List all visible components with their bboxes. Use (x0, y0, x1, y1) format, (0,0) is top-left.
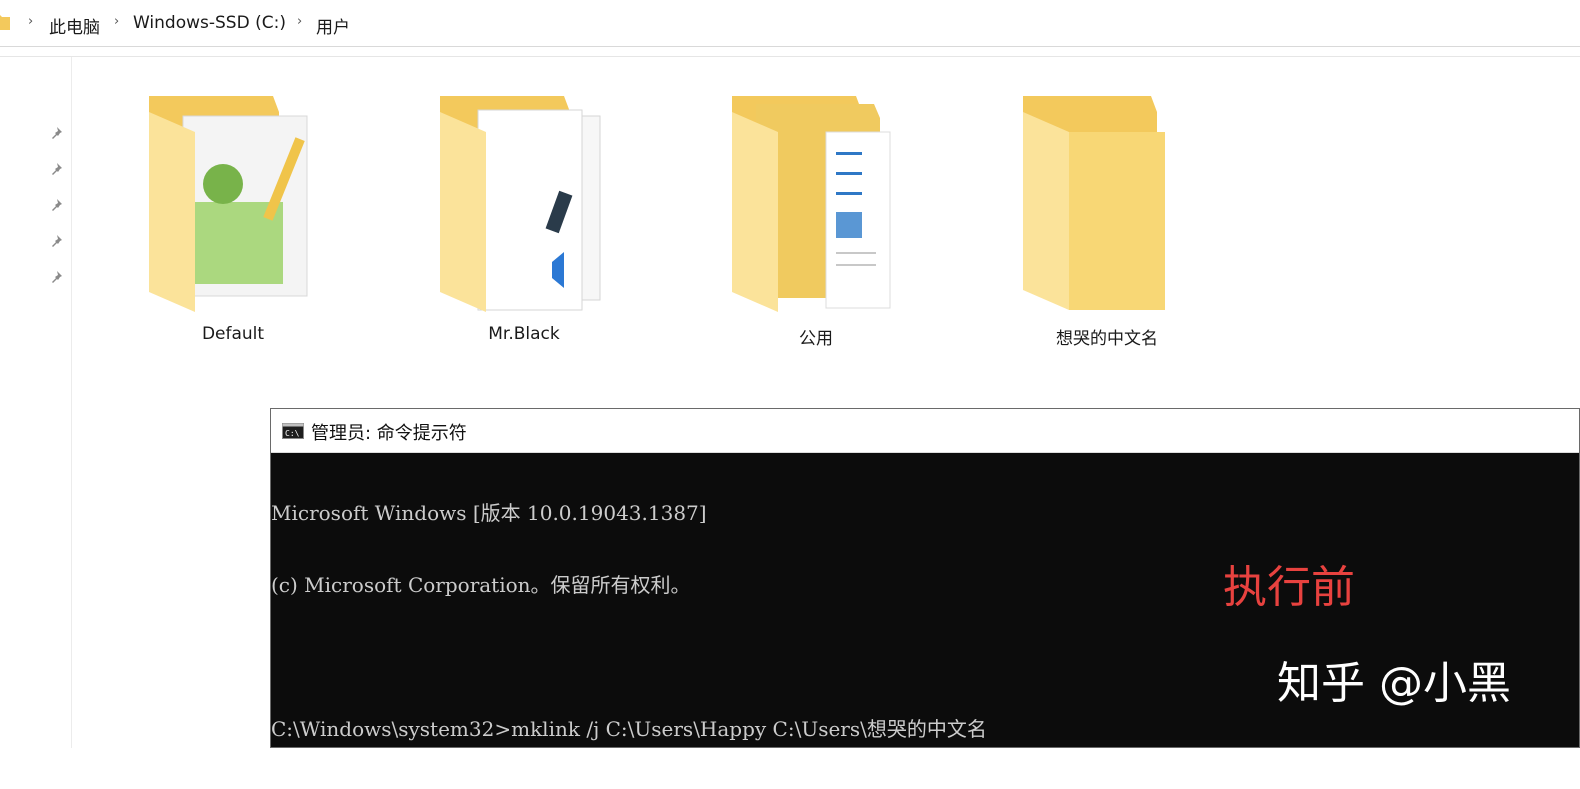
pin-icon[interactable] (48, 125, 64, 141)
folder-item-chinese-name[interactable]: 想哭的中文名 (1017, 92, 1197, 352)
chevron-right-icon[interactable]: › (28, 14, 33, 29)
folder-with-notepad-icon (149, 96, 308, 312)
empty-folder-icon (1023, 96, 1165, 310)
console-output[interactable]: Microsoft Windows [版本 10.0.19043.1387] (… (271, 453, 1579, 789)
console-line: C:\Windows\system32>mklink /j C:\Users\H… (271, 717, 987, 741)
folder-label: Default (201, 324, 265, 344)
breadcrumb-drive-c[interactable]: Windows-SSD (C:) (133, 13, 286, 33)
cmd-window[interactable]: C:\ 管理员: 命令提示符 Microsoft Windows [版本 10.… (270, 408, 1580, 748)
chevron-right-icon[interactable]: › (297, 14, 302, 29)
folder-item-mr-black[interactable]: Mr.Black (434, 92, 614, 352)
chevron-right-icon[interactable]: › (114, 14, 119, 29)
cmd-title-bar[interactable]: C:\ 管理员: 命令提示符 (271, 409, 1579, 453)
watermark: 知乎 @小黑 (1277, 658, 1511, 709)
address-bar[interactable]: › 此电脑 › Windows-SSD (C:) › 用户 (0, 0, 1580, 47)
console-line: (c) Microsoft Corporation。保留所有权利。 (271, 573, 691, 597)
pin-icon[interactable] (48, 197, 64, 213)
folder-label: Mr.Black (488, 324, 560, 344)
breadcrumb-users[interactable]: 用户 (316, 13, 350, 38)
navigation-pane[interactable] (0, 57, 72, 748)
folder-item-public[interactable]: 公用 (726, 92, 906, 352)
svg-text:C:\: C:\ (285, 429, 300, 438)
pin-icon[interactable] (48, 161, 64, 177)
pin-icon[interactable] (48, 233, 64, 249)
cmd-icon: C:\ (282, 423, 304, 439)
folder-label: 想哭的中文名 (1056, 329, 1158, 349)
folder-with-documents-icon (440, 96, 601, 312)
folder-icon (0, 12, 10, 36)
folder-with-pages-icon (732, 96, 891, 312)
cmd-title: 管理员: 命令提示符 (311, 423, 467, 444)
toolbar-divider (0, 56, 1580, 57)
folder-label: 公用 (799, 329, 833, 349)
folder-item-default[interactable]: Default (143, 92, 323, 352)
console-line: Microsoft Windows [版本 10.0.19043.1387] (271, 501, 707, 525)
annotation-before: 执行前 (1223, 562, 1355, 613)
pin-icon[interactable] (48, 269, 64, 285)
breadcrumb-this-pc[interactable]: 此电脑 (49, 13, 100, 38)
